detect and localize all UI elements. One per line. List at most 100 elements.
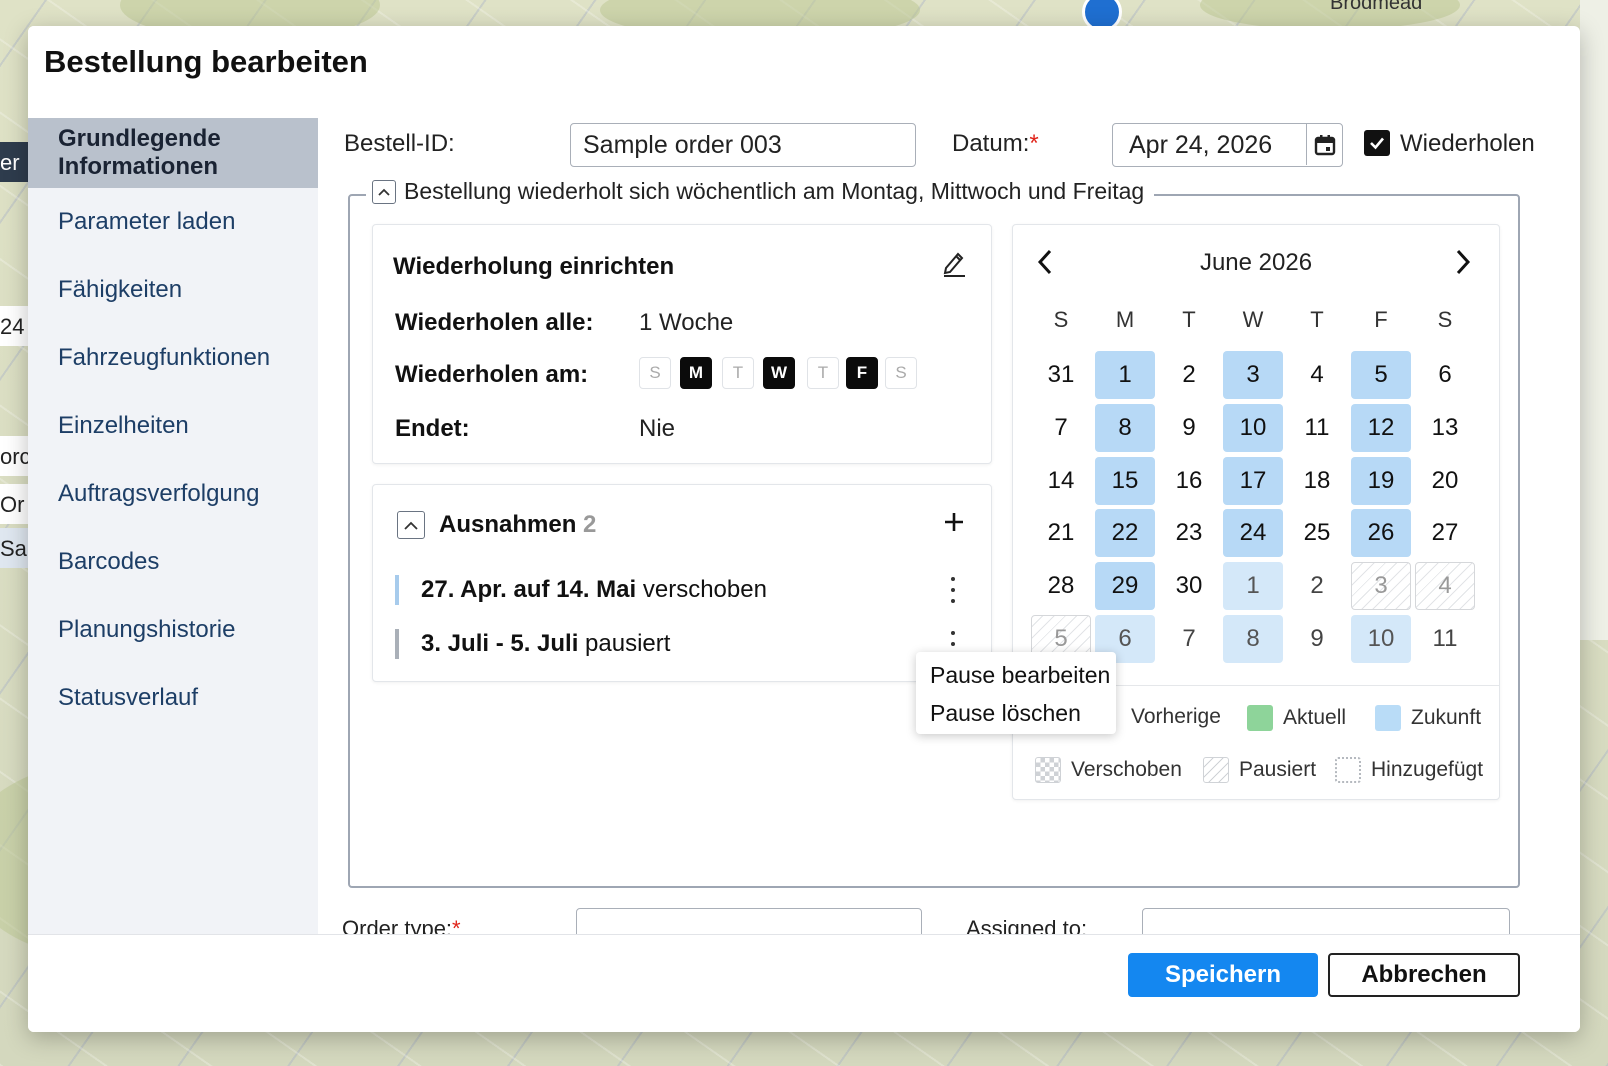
sidebar-item-basic-info[interactable]: Grundlegende Informationen (28, 118, 318, 188)
assigned-to-label: Assigned to: (966, 916, 1088, 934)
calendar-day[interactable]: 19 (1351, 457, 1411, 505)
map-left-tab[interactable]: Sa (0, 528, 30, 568)
day-chip-friday[interactable]: F (846, 357, 878, 389)
day-chip-saturday[interactable]: S (885, 357, 917, 389)
exceptions-title: Ausnahmen 2 (439, 511, 597, 538)
calendar-day[interactable]: 24 (1223, 509, 1283, 557)
calendar-icon[interactable] (1306, 124, 1342, 165)
map-left-tab[interactable]: orc (0, 436, 30, 476)
ends-value: Nie (639, 415, 676, 442)
sidebar-item-details[interactable]: Einzelheiten (28, 392, 318, 460)
map-left-tab[interactable]: 24 (0, 306, 30, 346)
add-exception-icon[interactable] (943, 511, 965, 533)
calendar-weekday: W (1242, 307, 1264, 332)
sidebar-item-order-tracking[interactable]: Auftragsverfolgung (28, 460, 318, 528)
day-chip-thursday[interactable]: T (807, 357, 839, 389)
save-button[interactable]: Speichern (1128, 953, 1318, 997)
recurrence-fieldset: Bestellung wiederholt sich wöchentlich a… (348, 178, 1520, 888)
calendar-day[interactable]: 4 (1415, 562, 1475, 610)
chevron-up-icon (404, 521, 418, 530)
calendar-day[interactable]: 3 (1223, 351, 1283, 399)
sidebar-item-barcodes[interactable]: Barcodes (28, 528, 318, 596)
calendar-weekday: S (1437, 307, 1453, 332)
exception-more-icon[interactable] (943, 577, 963, 603)
calendar-day[interactable]: 8 (1095, 404, 1155, 452)
calendar-day[interactable]: 20 (1415, 457, 1475, 505)
calendar-day[interactable]: 16 (1159, 457, 1219, 505)
calendar-day[interactable]: 4 (1287, 351, 1347, 399)
legend-future: Zukunft (1375, 705, 1481, 731)
cancel-button[interactable]: Abbrechen (1328, 953, 1520, 997)
day-chip-wednesday[interactable]: W (763, 357, 795, 389)
calendar-day[interactable]: 7 (1031, 404, 1091, 452)
calendar-day[interactable]: 13 (1415, 404, 1475, 452)
date-input[interactable]: Apr 24, 2026 (1112, 123, 1343, 167)
main-content: Bestell-ID: Sample order 003 Datum:* Apr… (318, 26, 1580, 961)
day-chip-tuesday[interactable]: T (722, 357, 754, 389)
calendar-day[interactable]: 25 (1287, 509, 1347, 557)
calendar-day[interactable]: 10 (1223, 404, 1283, 452)
exception-item[interactable]: 27. Apr. auf 14. Mai verschoben (395, 575, 767, 605)
calendar-day[interactable]: 2 (1287, 562, 1347, 610)
calendar-day[interactable]: 14 (1031, 457, 1091, 505)
calendar-day[interactable]: 17 (1223, 457, 1283, 505)
calendar-day[interactable]: 2 (1159, 351, 1219, 399)
calendar-day[interactable]: 30 (1159, 562, 1219, 610)
recurrence-setup-card: Wiederholung einrichten Wiederholen alle… (372, 224, 992, 464)
repeat-checkbox[interactable] (1364, 130, 1390, 156)
edit-order-dialog: Grundlegende Informationen Parameter lad… (28, 26, 1580, 1032)
recurrence-legend: Bestellung wiederholt sich wöchentlich a… (366, 178, 1155, 205)
date-value: Apr 24, 2026 (1129, 130, 1273, 159)
legend-swatch-added (1335, 757, 1361, 783)
day-chip-monday[interactable]: M (680, 357, 712, 389)
calendar-day[interactable]: 6 (1415, 351, 1475, 399)
calendar-day[interactable]: 12 (1351, 404, 1411, 452)
calendar-day[interactable]: 23 (1159, 509, 1219, 557)
calendar-day[interactable]: 5 (1351, 351, 1411, 399)
map-right-panel (1580, 0, 1608, 640)
calendar-day[interactable]: 11 (1287, 404, 1347, 452)
calendar-day[interactable]: 3 (1351, 562, 1411, 610)
sidebar-item-vehicle-functions[interactable]: Fahrzeugfunktionen (28, 324, 318, 392)
calendar-weekday: T (1310, 307, 1324, 332)
legend-paused: Pausiert (1203, 757, 1316, 783)
map-left-tab[interactable]: Or (0, 484, 30, 524)
calendar-day[interactable]: 29 (1095, 562, 1155, 610)
sidebar-item-capabilities[interactable]: Fähigkeiten (28, 256, 318, 324)
next-month-icon[interactable] (1453, 247, 1473, 277)
sidebar-item-status-history[interactable]: Statusverlauf (28, 664, 318, 732)
calendar-day[interactable]: 9 (1159, 404, 1219, 452)
day-chip-sunday[interactable]: S (639, 357, 671, 389)
calendar-day[interactable]: 22 (1095, 509, 1155, 557)
calendar-day[interactable]: 27 (1415, 509, 1475, 557)
calendar-day[interactable]: 9 (1287, 615, 1347, 663)
calendar-weekday: S (1053, 307, 1069, 332)
calendar-day[interactable]: 18 (1287, 457, 1347, 505)
collapse-recurrence-button[interactable] (372, 179, 396, 204)
calendar-day[interactable]: 1 (1095, 351, 1155, 399)
repeat-on-label: Wiederholen am: (395, 361, 589, 388)
collapse-exceptions-button[interactable] (397, 511, 425, 539)
calendar-day[interactable]: 21 (1031, 509, 1091, 557)
menu-item-edit-pause[interactable]: Pause bearbeiten (930, 662, 1110, 689)
calendar-day[interactable]: 31 (1031, 351, 1091, 399)
calendar-day[interactable]: 26 (1351, 509, 1411, 557)
calendar-day[interactable]: 1 (1223, 562, 1283, 610)
calendar-day[interactable]: 28 (1031, 562, 1091, 610)
map-label-place: Brodmead (1330, 0, 1423, 14)
calendar-day[interactable]: 8 (1223, 615, 1283, 663)
map-left-tab[interactable]: er (0, 142, 30, 182)
legend-current: Aktuell (1247, 705, 1346, 731)
calendar-day[interactable]: 15 (1095, 457, 1155, 505)
calendar-day[interactable]: 7 (1159, 615, 1219, 663)
calendar-weekday: M (1115, 307, 1135, 332)
edit-pencil-icon[interactable] (941, 249, 967, 277)
calendar-day[interactable]: 10 (1351, 615, 1411, 663)
menu-item-delete-pause[interactable]: Pause löschen (930, 700, 1081, 727)
sidebar-item-planning-history[interactable]: Planungshistorie (28, 596, 318, 664)
sidebar-item-load-parameters[interactable]: Parameter laden (28, 188, 318, 256)
exception-item[interactable]: 3. Juli - 5. Juli pausiert (395, 629, 670, 659)
calendar-day[interactable]: 11 (1415, 615, 1475, 663)
exceptions-card: Ausnahmen 2 27. Apr. auf 14. Mai verscho… (372, 484, 992, 682)
order-id-input[interactable]: Sample order 003 (570, 123, 916, 167)
